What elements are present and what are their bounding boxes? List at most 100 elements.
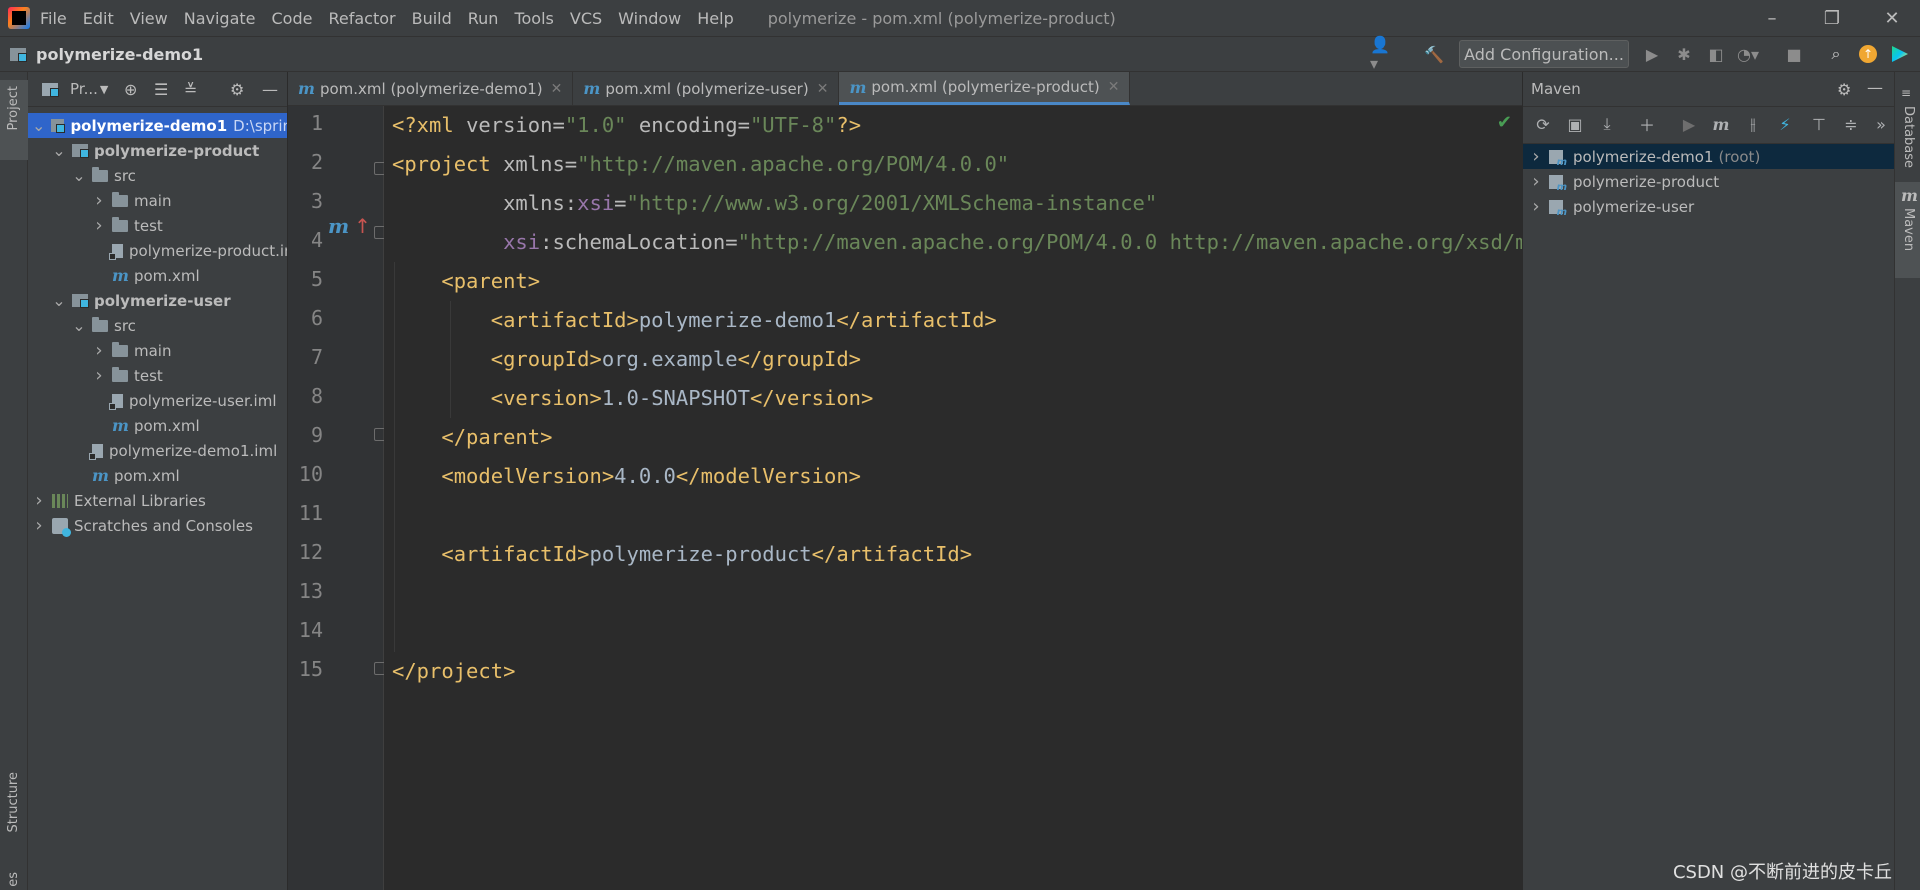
toolbox-icon[interactable]: [1888, 42, 1912, 66]
collapse-all-icon[interactable]: ≚: [184, 80, 197, 99]
tree-item[interactable]: › External Libraries: [28, 488, 287, 513]
chevron-down-icon[interactable]: ⌄: [32, 116, 45, 135]
menu-item-run[interactable]: Run: [468, 9, 499, 28]
project-tool-tab[interactable]: Project: [0, 80, 28, 160]
chevron-right-icon[interactable]: ›: [92, 340, 106, 361]
chevron-right-icon[interactable]: ›: [1529, 171, 1543, 192]
menu-item-tools[interactable]: Tools: [514, 9, 553, 28]
hide-panel-icon[interactable]: —: [262, 80, 278, 99]
tree-item[interactable]: › test: [28, 213, 287, 238]
gear-icon[interactable]: ⚙: [230, 80, 244, 99]
chevron-down-icon[interactable]: ▼: [100, 83, 108, 96]
chevron-right-icon[interactable]: ›: [92, 365, 106, 386]
database-tool-label[interactable]: Database: [1901, 106, 1916, 168]
show-dependencies-icon[interactable]: ⊤: [1806, 112, 1832, 136]
tree-item[interactable]: › main: [28, 338, 287, 363]
coverage-icon[interactable]: ◧: [1704, 42, 1728, 66]
chevron-right-icon[interactable]: ›: [92, 190, 106, 211]
user-account-icon[interactable]: 👤▾: [1370, 35, 1394, 73]
chevron-down-icon[interactable]: ⌄: [52, 291, 66, 310]
add-icon[interactable]: ＋: [1634, 112, 1660, 136]
expand-all-icon[interactable]: ☰: [154, 80, 168, 99]
editor-tab[interactable]: m pom.xml (polymerize-user) ✕: [573, 72, 840, 105]
minimize-button[interactable]: –: [1744, 0, 1800, 36]
chevron-right-icon[interactable]: ›: [32, 515, 46, 536]
menu-item-navigate[interactable]: Navigate: [184, 9, 256, 28]
download-icon[interactable]: ⤓: [1594, 112, 1620, 136]
tree-item[interactable]: m pom.xml: [28, 463, 287, 488]
chevron-right-icon[interactable]: ›: [1529, 146, 1543, 167]
debug-icon[interactable]: ✱: [1672, 42, 1696, 66]
tree-item[interactable]: ⌄ polymerize-demo1 D:\sprin: [28, 113, 287, 138]
tree-item[interactable]: › Scratches and Consoles: [28, 513, 287, 538]
execute-goal-icon[interactable]: m: [1708, 112, 1734, 136]
chevron-down-icon[interactable]: ⌄: [72, 316, 86, 335]
menu-item-file[interactable]: File: [40, 9, 67, 28]
chevron-down-icon[interactable]: ⌄: [52, 141, 66, 160]
tree-item[interactable]: ⌄ polymerize-product: [28, 138, 287, 163]
build-hammer-icon[interactable]: 🔨: [1422, 42, 1446, 66]
gear-icon[interactable]: ⚙: [1837, 80, 1851, 99]
profile-icon[interactable]: ◔▾: [1736, 42, 1760, 66]
restore-button[interactable]: ❐: [1804, 0, 1860, 36]
no-problems-check-icon[interactable]: ✔: [1497, 112, 1512, 133]
tree-item[interactable]: › main: [28, 188, 287, 213]
code-editor[interactable]: <?xml version="1.0" encoding="UTF-8"?> <p…: [384, 106, 1522, 890]
more-actions-icon[interactable]: »: [1868, 112, 1894, 136]
tree-item[interactable]: m pom.xml: [28, 413, 287, 438]
chevron-right-icon[interactable]: ›: [32, 490, 46, 511]
search-icon[interactable]: ⌕: [1824, 42, 1848, 66]
stop-icon[interactable]: ■: [1782, 42, 1806, 66]
close-tab-icon[interactable]: ✕: [551, 81, 563, 97]
editor-tab[interactable]: m pom.xml (polymerize-product) ✕: [839, 72, 1131, 105]
update-icon[interactable]: ↑: [1856, 42, 1880, 66]
close-tab-icon[interactable]: ✕: [1108, 79, 1120, 95]
run-maven-icon[interactable]: ▶: [1676, 112, 1702, 136]
run-icon[interactable]: ▶: [1640, 42, 1664, 66]
menu-item-refactor[interactable]: Refactor: [328, 9, 395, 28]
add-configuration-button[interactable]: Add Configuration...: [1459, 40, 1629, 68]
menu-item-edit[interactable]: Edit: [83, 9, 114, 28]
menu-item-help[interactable]: Help: [697, 9, 733, 28]
tree-item[interactable]: polymerize-product.iml: [28, 238, 287, 263]
menu-item-vcs[interactable]: VCS: [570, 9, 602, 28]
locate-icon[interactable]: ⊕: [124, 80, 137, 99]
tree-item[interactable]: ⌄ polymerize-user: [28, 288, 287, 313]
tree-item[interactable]: polymerize-demo1.iml: [28, 438, 287, 463]
tree-item[interactable]: m pom.xml: [28, 263, 287, 288]
breadcrumb[interactable]: polymerize-demo1: [10, 45, 203, 64]
maven-parent-gutter-icon[interactable]: m ↑: [328, 214, 371, 238]
bookmarks-tool-label[interactable]: es: [6, 872, 21, 887]
intellij-logo-icon[interactable]: [8, 7, 30, 29]
maven-file-icon: m: [92, 466, 109, 485]
chevron-right-icon[interactable]: ›: [1529, 196, 1543, 217]
maven-tool-tab[interactable]: m Maven: [1895, 182, 1920, 278]
menu-item-build[interactable]: Build: [412, 9, 452, 28]
code-token: <?xml: [392, 113, 467, 137]
tree-item[interactable]: ⌄ src: [28, 163, 287, 188]
maven-project-item[interactable]: › polymerize-product: [1523, 169, 1895, 194]
menu-item-view[interactable]: View: [130, 9, 168, 28]
toggle-offline-icon[interactable]: ⫲: [1740, 112, 1766, 136]
tree-item[interactable]: › test: [28, 363, 287, 388]
editor-tab[interactable]: m pom.xml (polymerize-demo1) ✕: [288, 72, 574, 105]
menu-item-window[interactable]: Window: [618, 9, 681, 28]
tree-item[interactable]: ⌄ src: [28, 313, 287, 338]
close-tab-icon[interactable]: ✕: [817, 81, 829, 97]
chevron-down-icon[interactable]: ⌄: [72, 166, 86, 185]
menu-item-code[interactable]: Code: [272, 9, 313, 28]
maven-project-item[interactable]: › polymerize-demo1(root): [1523, 144, 1895, 169]
structure-tool-label[interactable]: Structure: [6, 772, 21, 832]
hide-panel-icon[interactable]: —: [1867, 78, 1883, 97]
breadcrumb-project[interactable]: polymerize-demo1: [36, 45, 203, 64]
tree-item[interactable]: polymerize-user.iml: [28, 388, 287, 413]
database-icon[interactable]: ≡: [1901, 86, 1911, 100]
collapse-all-icon[interactable]: ≑: [1838, 112, 1864, 136]
reload-icon[interactable]: ⟳: [1530, 112, 1556, 136]
maven-project-item[interactable]: › polymerize-user: [1523, 194, 1895, 219]
project-view-selector[interactable]: Pr...: [70, 80, 98, 98]
generate-sources-icon[interactable]: ▣: [1562, 112, 1588, 136]
skip-tests-icon[interactable]: ⚡: [1772, 112, 1798, 136]
chevron-right-icon[interactable]: ›: [92, 215, 106, 236]
close-window-button[interactable]: ✕: [1864, 0, 1920, 36]
